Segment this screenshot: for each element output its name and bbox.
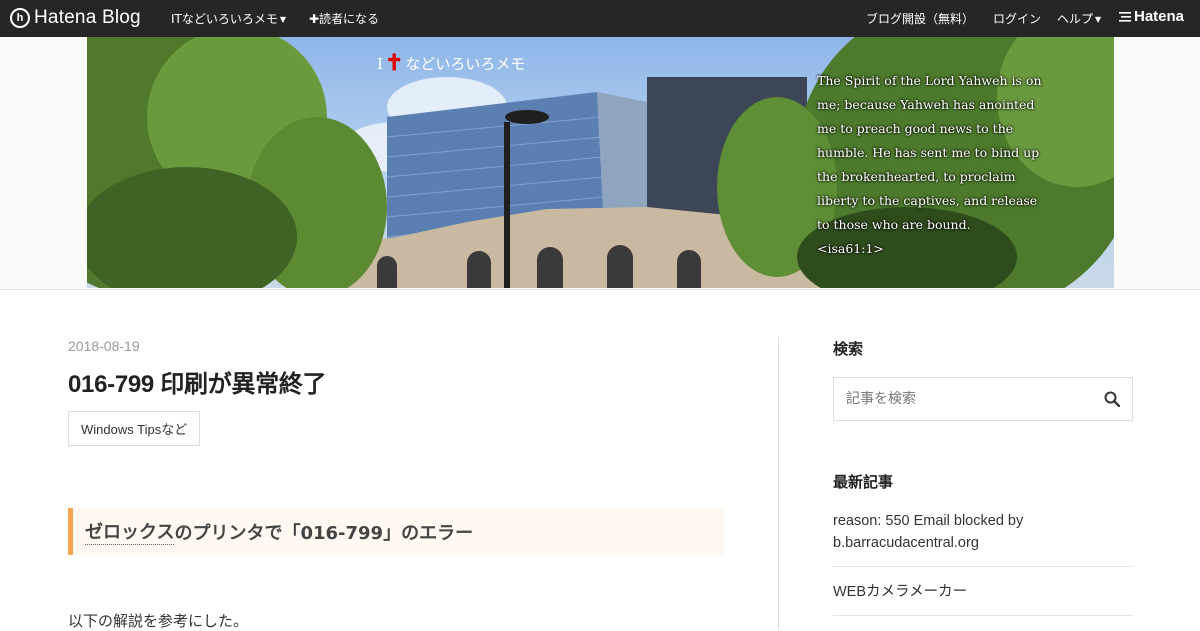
cross-icon: ✝ — [384, 50, 404, 76]
search-input[interactable] — [834, 378, 1108, 420]
recent-entries-title: 最新記事 — [833, 473, 894, 491]
blog-menu-label: ITなどいろいろメモ — [171, 12, 278, 26]
header-image[interactable]: I ✝ などいろいろメモ The Spirit of the Lord Yahw… — [87, 37, 1114, 288]
hatena-link[interactable]: Hatena — [1119, 8, 1184, 25]
search-module-title: 検索 — [833, 340, 864, 358]
keyword-link[interactable]: ゼロックス — [85, 518, 175, 545]
column-divider — [778, 337, 779, 630]
caret-down-icon: ▼ — [279, 15, 287, 24]
category-tag[interactable]: Windows Tipsなど — [68, 411, 201, 446]
section-heading-text: のプリンタで「016-799」のエラー — [174, 522, 474, 544]
search-icon[interactable] — [1104, 391, 1120, 407]
help-label: ヘルプ — [1057, 12, 1094, 26]
search-form — [833, 377, 1133, 421]
entry-title[interactable]: 016-799 印刷が異常終了 — [68, 364, 724, 399]
caret-down-icon: ▼ — [1095, 15, 1102, 24]
open-blog-link[interactable]: ブログ開設（無料） — [866, 10, 974, 27]
global-header: h Hatena Blog ITなどいろいろメモ ▼ ✚読者になる ブログ開設（無… — [0, 0, 1200, 37]
hatena-mark-icon — [1119, 12, 1131, 22]
blog-title-prefix: I — [377, 54, 383, 73]
hatena-logo-icon: h — [10, 8, 30, 28]
article: 2018-08-19 016-799 印刷が異常終了 Windows Tipsな… — [68, 338, 724, 630]
section-heading: ゼロックス のプリンタで「016-799」のエラー — [68, 508, 724, 555]
subscribe-button[interactable]: ✚読者になる — [309, 10, 379, 27]
blog-menu-dropdown[interactable]: ITなどいろいろメモ ▼ — [171, 10, 286, 27]
hatena-label: Hatena — [1134, 8, 1185, 25]
logo-text: Hatena Blog — [34, 7, 141, 28]
entry-date[interactable]: 2018-08-19 — [68, 338, 724, 354]
blog-title[interactable]: I ✝ などいろいろメモ — [377, 50, 526, 76]
hatena-blog-logo[interactable]: h Hatena Blog — [10, 7, 141, 29]
recent-entry-item[interactable]: reason: 550 Email blocked by b.barracuda… — [833, 506, 1133, 567]
entry-paragraph: 以下の解説を参考にした。 — [68, 612, 249, 630]
blog-description: The Spirit of the Lord Yahweh is on me; … — [817, 73, 1042, 256]
blog-title-suffix: などいろいろメモ — [405, 55, 526, 73]
recent-entries-list: reason: 550 Email blocked by b.barracuda… — [833, 506, 1133, 626]
recent-entry-item[interactable]: WEBカメラメーカー — [833, 577, 1133, 616]
help-dropdown[interactable]: ヘルプ ▼ — [1057, 10, 1101, 27]
sidebar: 検索 最新記事 reason: 550 Email blocked by b.b… — [833, 338, 1133, 616]
login-link[interactable]: ログイン — [993, 10, 1041, 27]
